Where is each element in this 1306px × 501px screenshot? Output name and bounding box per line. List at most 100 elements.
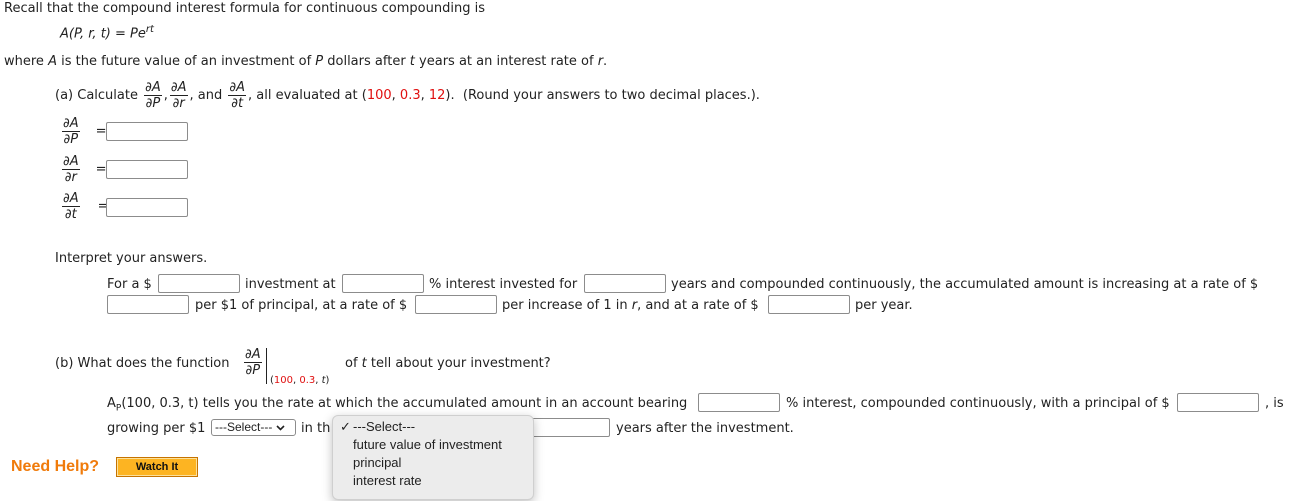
sep: , <box>391 88 400 103</box>
and-text: and <box>197 88 223 103</box>
text: of <box>345 356 362 371</box>
interpret-heading: Interpret your answers. <box>55 251 208 266</box>
watch-it-button[interactable]: Watch It <box>116 457 198 477</box>
text: dollars after <box>323 54 410 69</box>
interpret-text-1: For a $ <box>107 277 152 292</box>
fraction-dA-dr: ∂A ∂r <box>169 80 188 111</box>
text: , all evaluated at ( <box>248 88 367 103</box>
fraction-dA-dt: ∂A ∂t <box>62 192 80 221</box>
value-r: 0.3 <box>299 375 316 386</box>
numerator: ∂A <box>62 154 80 170</box>
part-b-prefix: (b) What does the function <box>55 356 230 371</box>
numerator: ∂A <box>244 347 262 363</box>
interpret-text-6: per increase of 1 in r, and at a rate of… <box>502 298 759 313</box>
dropdown-option[interactable]: future value of investment <box>353 436 502 454</box>
fraction-dA-dP: ∂A ∂P <box>244 348 262 377</box>
text: is the future value of an investment of <box>56 54 316 69</box>
answer-row-dt: ∂A ∂t = <box>60 192 109 221</box>
quantity-select[interactable]: ---Select--- <box>211 419 296 436</box>
text: (100, 0.3, t) tells you the rate at whic… <box>121 396 688 411</box>
fraction-dA-dr: ∂A ∂r <box>62 155 80 184</box>
value-P: 100 <box>273 375 293 386</box>
b-interest-input[interactable] <box>698 393 780 412</box>
dA-dP-input[interactable] <box>106 122 188 141</box>
denominator: ∂t <box>231 96 244 111</box>
numerator: ∂A <box>62 116 80 132</box>
answer-row-dr: ∂A ∂r = <box>60 155 107 184</box>
interpret-text-2: investment at <box>245 277 336 292</box>
text: . <box>603 54 608 69</box>
part-b-line-2-end: years after the investment. <box>616 421 794 436</box>
denominator: ∂P <box>145 96 161 111</box>
select-value: ---Select--- <box>215 420 273 434</box>
numerator: ∂A <box>228 80 247 96</box>
formula-exponent: rt <box>145 24 154 35</box>
interpret-text-3: % interest invested for <box>429 277 578 292</box>
fraction-dA-dt: ∂A ∂t <box>228 80 247 111</box>
value-t: 12 <box>428 88 446 103</box>
comma: , <box>163 88 168 103</box>
denominator: ∂r <box>172 96 185 111</box>
round-instruction: ). (Round your answers to two decimal pl… <box>445 88 760 103</box>
text: years at an interest rate of <box>414 54 598 69</box>
equals: = <box>95 162 107 177</box>
intro-line: Recall that the compound interest formul… <box>4 1 485 16</box>
numerator: ∂A <box>144 80 162 96</box>
years-input[interactable] <box>584 274 666 293</box>
interpret-text-7: per year. <box>855 298 913 313</box>
text: where <box>4 54 49 69</box>
text: tell about your investment? <box>366 356 551 371</box>
part-b-suffix: of t tell about your investment? <box>345 356 551 371</box>
denominator: ∂P <box>63 132 79 147</box>
part-b-line-1-mid: % interest, compounded continuously, wit… <box>786 396 1170 411</box>
denominator: ∂P <box>245 363 261 378</box>
value-P: 100 <box>366 88 392 103</box>
denominator: ∂t <box>64 207 77 222</box>
b-principal-input[interactable] <box>1177 393 1259 412</box>
fraction-dA-dP: ∂A ∂P <box>62 117 80 146</box>
part-b-line-1-end: , is <box>1265 396 1284 411</box>
need-help-label: Need Help? <box>11 458 100 475</box>
var-P: P <box>315 54 324 69</box>
fraction-dA-dP: ∂A ∂P <box>144 81 162 110</box>
part-a-prefix: (a) Calculate <box>55 88 138 103</box>
interpret-text-5: per $1 of principal, at a rate of $ <box>195 298 408 313</box>
answer-row-dP: ∂A ∂P = <box>60 117 107 146</box>
rate-principal-input[interactable] <box>107 295 189 314</box>
rate-r-input[interactable] <box>415 295 497 314</box>
b-years-input[interactable] <box>528 418 610 437</box>
evaluation-point: (100, 0.3, t) <box>270 375 329 386</box>
equals: = <box>95 124 107 139</box>
formula-text: A(P, r, t) = Pe <box>60 26 146 42</box>
text: ) <box>325 375 330 386</box>
check-icon: ✓ <box>340 419 351 434</box>
numerator: ∂A <box>169 80 188 96</box>
part-b-line-1: AP(100, 0.3, t) tells you the rate at wh… <box>107 396 687 414</box>
value-r: 0.3 <box>399 88 421 103</box>
investment-input[interactable] <box>158 274 240 293</box>
interpret-text-4: years and compounded continuously, the a… <box>671 277 1259 292</box>
dropdown-option[interactable]: ---Select--- <box>353 418 415 436</box>
part-b-line-2-in: in th <box>301 421 331 436</box>
dA-dt-input[interactable] <box>106 198 188 217</box>
evaluation-bar <box>266 348 267 384</box>
sep: , <box>420 88 429 103</box>
rate-year-input[interactable] <box>768 295 850 314</box>
comma: , <box>189 88 194 103</box>
numerator: ∂A <box>62 191 80 207</box>
part-a-question: (a) Calculate ∂A ∂P, ∂A ∂r, and ∂A ∂t, all … <box>55 81 760 110</box>
text: , and at a rate of $ <box>637 298 759 313</box>
var-A: A <box>48 54 57 69</box>
formula: A(P, r, t) = Pert <box>60 24 154 41</box>
interest-input[interactable] <box>342 274 424 293</box>
denominator: ∂r <box>64 170 77 185</box>
definition-line: where A is the future value of an invest… <box>4 54 607 69</box>
chevron-down-icon <box>276 424 285 431</box>
part-b-line-2: growing per $1 <box>107 421 206 436</box>
select-dropdown-menu: ✓ ---Select--- future value of investmen… <box>332 415 534 500</box>
text: per increase of 1 in <box>502 298 632 313</box>
dropdown-option[interactable]: principal <box>353 454 401 472</box>
dropdown-option[interactable]: interest rate <box>353 472 422 490</box>
dA-dr-input[interactable] <box>106 160 188 179</box>
text: A <box>107 396 116 411</box>
